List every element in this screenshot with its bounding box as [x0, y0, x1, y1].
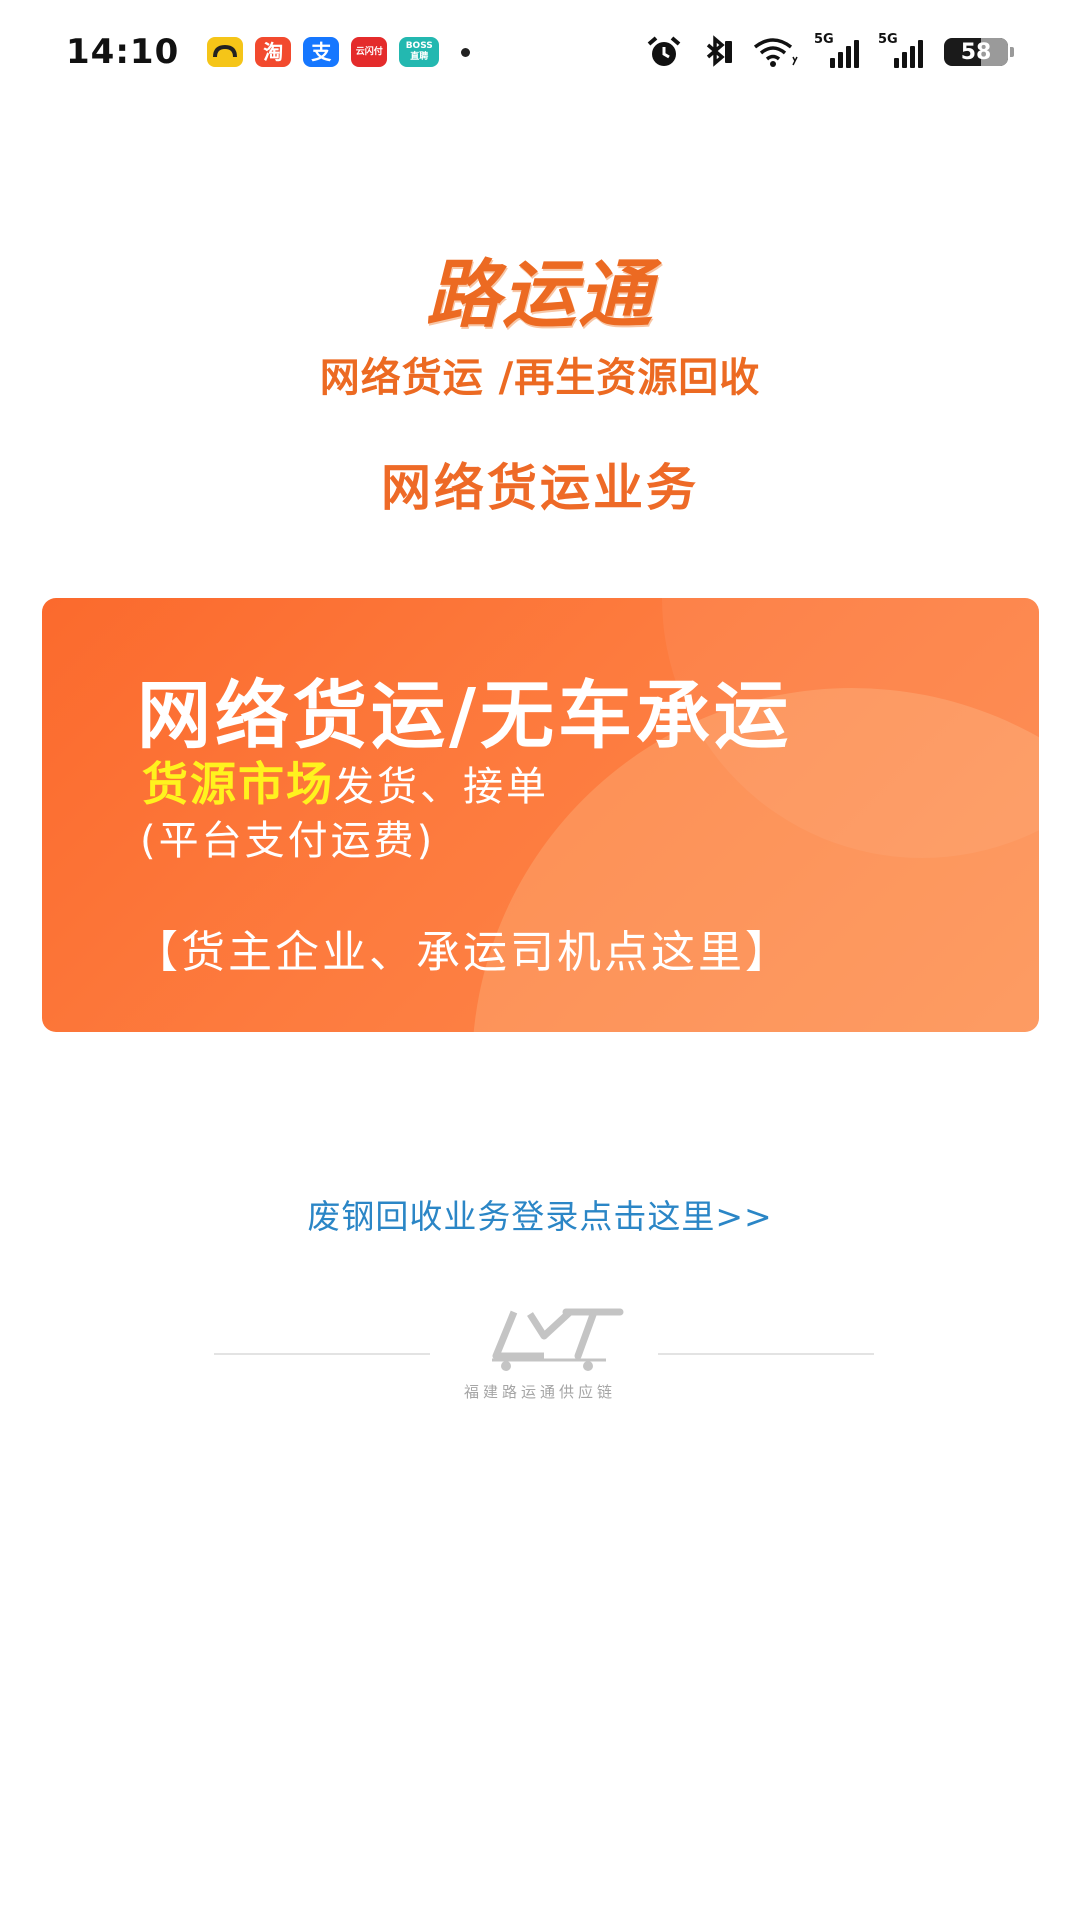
freight-entry-banner[interactable]: 网络货运/无车承运 货源市场发货、接单 (平台支付运费) 【货主企业、承运司机点…: [42, 598, 1039, 1032]
yunshanfu-icon: 云闪付: [351, 37, 388, 67]
app-screen: 14:10 淘 支 云闪付 BOSS直聘 5G 5G 58 路运通 网络货运 /…: [0, 0, 1080, 1920]
taobao-icon: 淘: [255, 37, 292, 67]
alipay-icon: 支: [303, 37, 340, 67]
section-title: 网络货运业务: [381, 459, 699, 517]
cellular-signal-2-icon: 5G: [878, 32, 926, 68]
banner-cta: 【货主企业、承运司机点这里】: [134, 927, 792, 978]
brand-tagline: 网络货运 /再生资源回收: [319, 354, 761, 401]
footer-divider-right: [658, 1353, 874, 1355]
more-notifications-dot-icon: [461, 47, 471, 57]
banner-subtitle: 货源市场发货、接单: [142, 748, 549, 814]
battery-cap: [1010, 47, 1014, 57]
scrap-steel-login-link[interactable]: 废钢回收业务登录点击这里>>: [0, 1190, 1080, 1238]
brand-logo-text: 路运通: [426, 252, 654, 338]
status-bar: 14:10 淘 支 云闪付 BOSS直聘 5G 5G 58: [0, 0, 1080, 104]
banner-subtitle-rest: 发货、接单: [334, 764, 549, 810]
alarm-icon: [647, 36, 681, 66]
battery-percent: 58: [960, 39, 992, 65]
lyt-logo-icon: [492, 1308, 624, 1371]
cellular-signal-1-icon: 5G: [814, 32, 862, 68]
notification-app-icons: 淘 支 云闪付 BOSS直聘: [207, 37, 471, 67]
battery-icon: 58: [944, 38, 1008, 66]
footer-divider-left: [214, 1353, 430, 1355]
banner-title: 网络货运/无车承运: [137, 673, 793, 759]
taxi-app-icon: [207, 37, 244, 67]
wifi-icon: [753, 38, 798, 67]
system-icons: 5G 5G 58: [646, 32, 1014, 69]
banner-note: (平台支付运费): [140, 818, 436, 864]
banner-highlight: 货源市场: [142, 757, 334, 811]
bluetooth-icon: [706, 35, 732, 67]
status-time: 14:10: [66, 32, 180, 72]
boss-zhipin-icon: BOSS直聘: [399, 37, 440, 67]
footer-company-name: 福建路运通供应链: [463, 1383, 616, 1401]
